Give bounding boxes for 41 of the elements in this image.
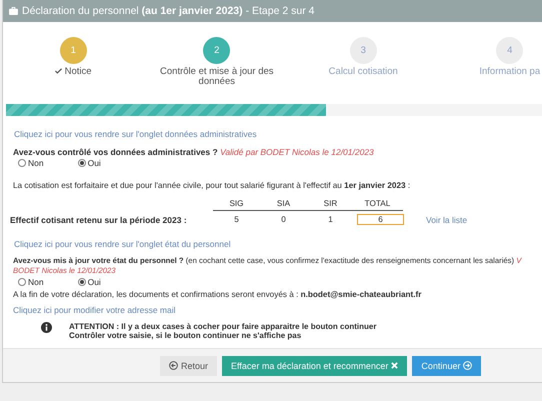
check-icon (54, 68, 62, 74)
close-icon (391, 362, 398, 369)
step-circle[interactable]: 2 (203, 37, 230, 64)
step-label[interactable]: Contrôle et mise à jour des données (156, 67, 277, 86)
briefcase-icon (9, 7, 18, 15)
table-cell-text: 1 (327, 215, 334, 224)
step-circle[interactable]: 1 (60, 37, 87, 64)
table-cell: 6 (357, 214, 404, 225)
warning-text: ATTENTION : Il y a deux cases à cocher pour faire apparaitre le bouton continuer (69, 322, 376, 331)
back-button[interactable]: Retour (160, 356, 218, 376)
info-icon (41, 322, 52, 333)
staff-status-link[interactable]: Cliquez ici pour vous rendre sur l'onglet état du personnel (10, 239, 542, 249)
column-header: SIG (228, 199, 245, 208)
column-header: SIA (276, 199, 292, 208)
step-label[interactable]: Calcul cotisation (303, 67, 424, 76)
reset-button[interactable]: Effacer ma déclaration et recommencer (222, 356, 408, 376)
column-header: SIR (322, 199, 338, 208)
continue-button[interactable]: Continuer (412, 356, 482, 376)
radio-option[interactable]: Oui (78, 277, 101, 287)
radio-option[interactable]: Non (18, 277, 44, 287)
validation-text: Validé par BODET Nicolas le 12/01/2023 (220, 147, 374, 157)
left-arrow-circle-icon (169, 361, 178, 370)
warning-text: Contrôler votre saisie, si le bouton continuer ne s'affiche pas (69, 331, 302, 340)
step-label[interactable]: Information pa (450, 67, 542, 76)
right-arrow-circle-icon (463, 361, 472, 370)
table-cell-text: 5 (233, 215, 240, 224)
email-text: A la fin de votre déclaration, les documents et confirmations seront envoyés à : n.bodet@smie-chateaubriant.fr (13, 290, 422, 299)
step-label[interactable]: Notice (13, 67, 134, 76)
row-label: Effectif cotisant retenu sur la période 2023 : (10, 214, 188, 224)
question-text: Avez-vous contrôlé vos données administratives ? (13, 147, 218, 157)
info-text: La cotisation est forfaitaire et due pour l'année civile, pour tout salarié figurant à l'effectif au 1er janvier 2023 : (13, 181, 412, 190)
step-circle[interactable]: 3 (350, 37, 377, 64)
view-list-link[interactable]: Voir la liste (426, 214, 468, 224)
radio-option[interactable]: Oui (78, 158, 101, 168)
step-circle[interactable]: 4 (496, 37, 524, 64)
window-title: Déclaration du personnel (au 1er janvier 2023) - Etape 2 sur 4 (22, 5, 314, 17)
edit-email-link[interactable]: Cliquez ici pour modifier votre adresse mail (10, 305, 542, 315)
column-header: TOTAL (364, 199, 392, 208)
table-cell-text: 0 (280, 215, 287, 224)
radio-option[interactable]: Non (18, 158, 44, 168)
administrative-data-link[interactable]: Cliquez ici pour vous rendre sur l'onglet données administratives (10, 129, 542, 139)
